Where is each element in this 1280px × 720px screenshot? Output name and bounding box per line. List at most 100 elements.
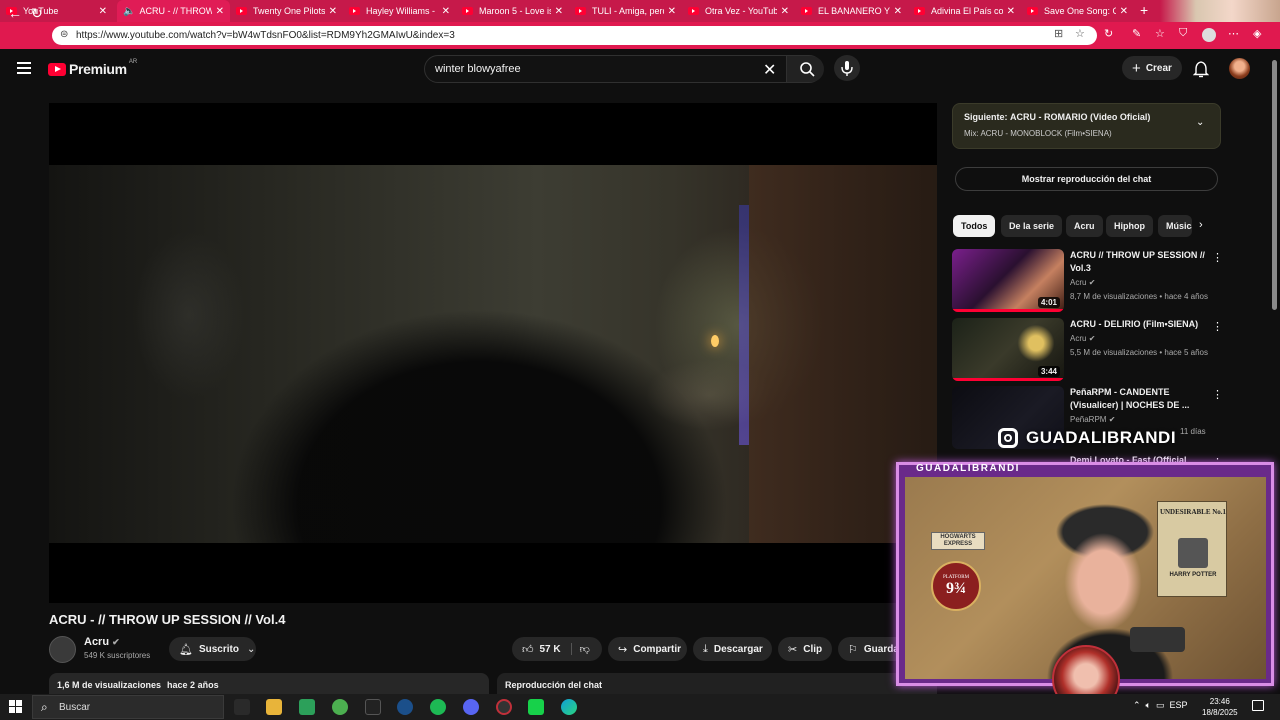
address-bar[interactable]: ⊜ https://www.youtube.com/watch?v=bW4wTds… <box>52 26 1097 45</box>
voice-search-button[interactable] <box>834 55 860 81</box>
youtube-favicon-icon <box>1027 7 1038 15</box>
refresh-extension-icon[interactable]: ↻ <box>1104 27 1113 40</box>
youtube-premium-logo[interactable]: Premium AR <box>48 59 137 77</box>
account-avatar[interactable] <box>1229 58 1250 79</box>
discord-icon[interactable] <box>463 699 479 715</box>
chip-hiphop[interactable]: Hiphop <box>1106 215 1153 237</box>
hamburger-menu-icon[interactable] <box>17 62 31 74</box>
browser-tab[interactable]: Twenty One Pilots - ✕ <box>230 0 343 22</box>
recommended-channel[interactable]: Acru ✔ <box>1070 278 1095 287</box>
search-button[interactable] <box>786 56 824 82</box>
chip-music[interactable]: Música <box>1158 215 1192 237</box>
subscribed-button[interactable]: 🔔︎ Suscrito ⌄ <box>169 637 256 661</box>
recommended-title[interactable]: PeñaRPM - CANDENTE (Visualicer) | NOCHES… <box>1070 386 1210 412</box>
epic-games-icon[interactable] <box>365 699 381 715</box>
taskbar-clock[interactable]: 23:46 18/8/2025 <box>1202 696 1238 718</box>
recommended-video[interactable]: 3:44 ACRU - DELIRIO (Film•SIENA) Acru ✔ … <box>952 318 1223 382</box>
close-tab-icon[interactable]: ✕ <box>99 6 107 17</box>
close-tab-icon[interactable]: ✕ <box>1007 6 1015 17</box>
recommended-channel[interactable]: Acru ✔ <box>1070 334 1095 343</box>
channel-name[interactable]: Acru ✔ <box>84 636 120 648</box>
kick-icon[interactable] <box>528 699 544 715</box>
windows-start-icon[interactable] <box>9 700 22 713</box>
new-tab-button[interactable]: + <box>1140 2 1148 18</box>
youtube-favicon-icon <box>914 7 925 15</box>
browser-tab[interactable]: Maroon 5 - Love is a✕ <box>456 0 569 22</box>
chip-acru[interactable]: Acru <box>1066 215 1103 237</box>
close-tab-icon[interactable]: ✕ <box>555 6 563 17</box>
channel-avatar[interactable] <box>49 636 76 663</box>
steam-icon[interactable] <box>397 699 413 715</box>
browser-tab[interactable]: Hayley Williams - Ego✕ <box>343 0 456 22</box>
back-icon[interactable]: ← <box>8 5 22 21</box>
recommended-channel[interactable]: PeñaRPM ✔ <box>1070 415 1115 424</box>
task-view-icon[interactable] <box>234 699 250 715</box>
close-tab-icon[interactable]: ✕ <box>1120 6 1128 17</box>
close-tab-icon[interactable]: ✕ <box>216 6 224 17</box>
video-thumbnail[interactable]: 4:01 <box>952 249 1064 312</box>
close-tab-icon[interactable]: ✕ <box>894 6 902 17</box>
close-tab-icon[interactable]: ✕ <box>329 6 337 17</box>
edge-browser-icon[interactable] <box>561 699 577 715</box>
reload-icon[interactable]: ↻ <box>31 5 43 22</box>
scissors-icon: ✂ <box>788 643 798 656</box>
shield-icon[interactable]: ⛉ <box>1179 27 1187 40</box>
xbox-icon[interactable] <box>332 699 348 715</box>
recommended-title[interactable]: ACRU // THROW UP SESSION // Vol.3 <box>1070 249 1210 275</box>
browser-tab[interactable]: TULI - Amiga, perdóname✕ <box>569 0 682 22</box>
extension-icon[interactable]: ✎ <box>1132 27 1141 40</box>
app-icon[interactable] <box>299 699 315 715</box>
search-input[interactable]: winter blowyafree <box>435 63 521 75</box>
chip-all[interactable]: Todos <box>953 215 996 237</box>
thumbs-up-icon[interactable]: 👍︎ <box>522 643 534 656</box>
chip-series[interactable]: De la serie <box>1001 215 1063 237</box>
audio-playing-icon[interactable]: 🔈 <box>123 6 135 17</box>
browser-tab[interactable]: Save One Song: Olivia✕ <box>1021 0 1134 22</box>
obs-icon[interactable] <box>496 699 512 715</box>
site-info-icon[interactable]: ⊜ <box>60 29 68 40</box>
more-actions-icon[interactable]: ⋮ <box>1212 251 1223 264</box>
profile-icon[interactable] <box>1202 28 1216 42</box>
close-tab-icon[interactable]: ✕ <box>668 6 676 17</box>
up-next-panel[interactable] <box>952 103 1221 149</box>
translate-icon[interactable]: ⊞ <box>1054 27 1063 40</box>
spotify-icon[interactable] <box>430 699 446 715</box>
share-button[interactable]: ↪ Compartir <box>608 637 687 661</box>
browser-tab-active[interactable]: 🔈ACRU - // THROW UP SESSION✕ <box>117 0 230 22</box>
bookmark-star-icon[interactable]: ☆ <box>1075 27 1085 40</box>
chevron-down-icon[interactable]: ⌄ <box>1196 117 1204 128</box>
clear-search-icon[interactable]: ✕ <box>763 60 776 80</box>
video-thumbnail[interactable]: 3:44 <box>952 318 1064 381</box>
more-actions-icon[interactable]: ⋮ <box>1212 388 1223 401</box>
verified-icon: ✔ <box>1108 415 1116 424</box>
recommended-title[interactable]: ACRU - DELIRIO (Film•SIENA) <box>1070 318 1210 331</box>
favorites-icon[interactable]: ☆ <box>1155 27 1165 40</box>
notifications-bell-icon[interactable] <box>1192 60 1210 83</box>
like-dislike-button[interactable]: 👍︎ 57 K 👎︎ <box>512 637 602 661</box>
notifications-icon[interactable] <box>1252 700 1264 711</box>
more-options-icon[interactable]: ⋯ <box>1228 27 1239 40</box>
browser-tab[interactable]: Adivina El País con Li✕ <box>908 0 1021 22</box>
copilot-icon[interactable]: ◈ <box>1253 27 1261 40</box>
show-chat-replay-button[interactable]: Mostrar reproducción del chat <box>955 167 1218 191</box>
system-tray[interactable]: ⌃ 🔈︎ ▭ ESP <box>1133 700 1187 711</box>
create-button[interactable]: + Crear <box>1122 56 1182 80</box>
close-tab-icon[interactable]: ✕ <box>442 6 450 17</box>
browser-tab[interactable]: EL BANANERO Y LA✕ <box>795 0 908 22</box>
save-button[interactable]: ⚐Guardar <box>838 637 896 661</box>
thumbs-down-icon[interactable]: 👎︎ <box>570 643 590 655</box>
clip-button[interactable]: ✂ Clip <box>778 637 832 661</box>
taskbar-search[interactable]: ⌕ Buscar <box>32 695 224 719</box>
file-explorer-icon[interactable] <box>266 699 282 715</box>
instagram-handle-overlay: GUADALIBRANDI <box>998 428 1176 448</box>
download-button[interactable]: ⤓ Descargar <box>693 637 772 661</box>
video-player[interactable] <box>49 103 937 603</box>
more-actions-icon[interactable]: ⋮ <box>1212 320 1223 333</box>
verified-icon: ✔ <box>112 637 120 647</box>
search-box[interactable]: winter blowyafree ✕ <box>424 55 824 83</box>
scrollbar[interactable] <box>1272 60 1277 310</box>
recommended-video[interactable]: 4:01 ACRU // THROW UP SESSION // Vol.3 A… <box>952 249 1223 313</box>
close-tab-icon[interactable]: ✕ <box>781 6 789 17</box>
browser-tab[interactable]: Otra Vez - YouTube ✕ <box>682 0 795 22</box>
chevron-right-icon[interactable]: › <box>1199 219 1203 231</box>
